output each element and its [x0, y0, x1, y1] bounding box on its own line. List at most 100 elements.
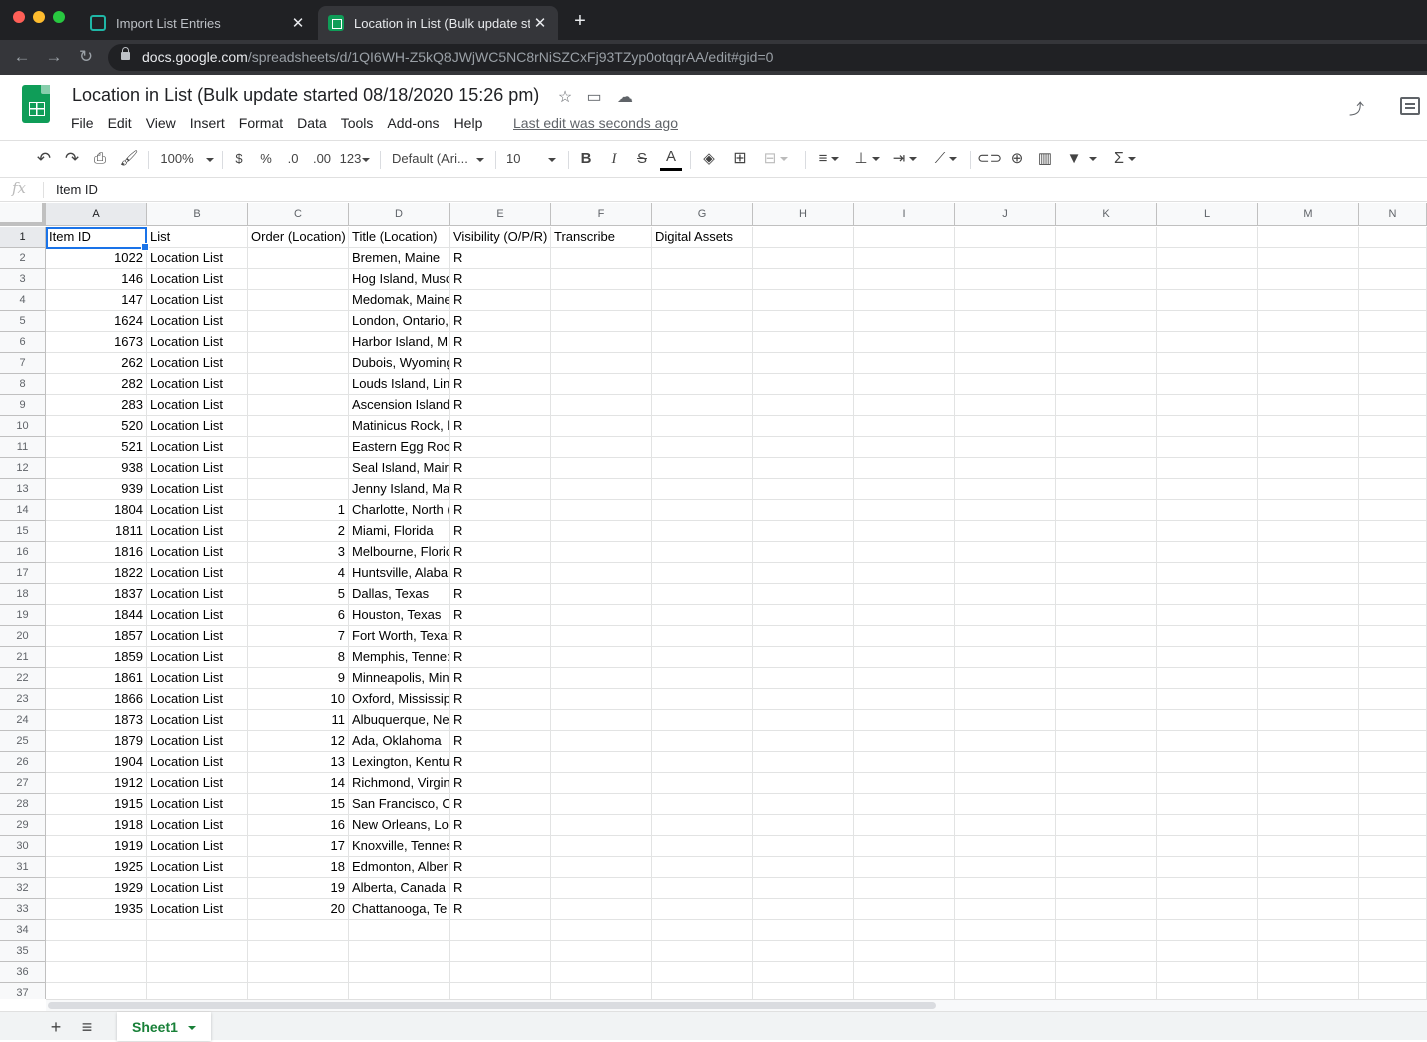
row-header[interactable]: 4: [0, 290, 46, 311]
cell[interactable]: [854, 353, 955, 374]
row-header[interactable]: 28: [0, 794, 46, 815]
column-header-k[interactable]: K: [1056, 203, 1157, 226]
cell[interactable]: [1258, 878, 1359, 899]
cell[interactable]: [854, 416, 955, 437]
back-icon[interactable]: ←: [10, 46, 34, 68]
cell[interactable]: [1258, 815, 1359, 836]
cell[interactable]: [955, 773, 1056, 794]
cell[interactable]: [1056, 563, 1157, 584]
cell[interactable]: R: [450, 710, 551, 731]
cell[interactable]: [1359, 899, 1427, 920]
cell[interactable]: [1157, 836, 1258, 857]
cell[interactable]: [753, 248, 854, 269]
cell[interactable]: [1359, 584, 1427, 605]
menu-view[interactable]: View: [139, 113, 183, 135]
cell[interactable]: [955, 710, 1056, 731]
cell[interactable]: [652, 332, 753, 353]
cell[interactable]: 1861: [46, 668, 147, 689]
cell[interactable]: [450, 983, 551, 999]
cell[interactable]: [551, 983, 652, 999]
cell[interactable]: Location List: [147, 290, 248, 311]
cell[interactable]: R: [450, 584, 551, 605]
column-header-b[interactable]: B: [147, 203, 248, 226]
cell[interactable]: [1258, 899, 1359, 920]
cell[interactable]: [652, 479, 753, 500]
cell[interactable]: [854, 752, 955, 773]
font-family-select[interactable]: Default (Ari...: [392, 147, 486, 171]
cell[interactable]: R: [450, 437, 551, 458]
row-header[interactable]: 26: [0, 752, 46, 773]
cell[interactable]: 1879: [46, 731, 147, 752]
row-header[interactable]: 15: [0, 521, 46, 542]
cell[interactable]: [1056, 626, 1157, 647]
cell[interactable]: [248, 983, 349, 999]
column-header-m[interactable]: M: [1258, 203, 1359, 226]
row-header[interactable]: 12: [0, 458, 46, 479]
cell[interactable]: [1157, 668, 1258, 689]
cell[interactable]: [1359, 458, 1427, 479]
cell[interactable]: [1359, 290, 1427, 311]
cell[interactable]: [551, 542, 652, 563]
cell[interactable]: Matinicus Rock, l: [349, 416, 450, 437]
move-folder-icon[interactable]: ▭: [584, 88, 604, 108]
cell[interactable]: [854, 962, 955, 983]
menu-addons[interactable]: Add-ons: [380, 113, 446, 135]
cell[interactable]: R: [450, 542, 551, 563]
cell[interactable]: [1258, 374, 1359, 395]
cell[interactable]: [854, 563, 955, 584]
print-icon[interactable]: ⎙: [89, 147, 111, 171]
cell[interactable]: 18: [248, 857, 349, 878]
cell[interactable]: [1157, 269, 1258, 290]
column-header-i[interactable]: I: [854, 203, 955, 226]
cell[interactable]: Location List: [147, 773, 248, 794]
header-cell[interactable]: Title (Location): [349, 227, 450, 248]
cell[interactable]: [1258, 920, 1359, 941]
cell[interactable]: [551, 899, 652, 920]
cell[interactable]: [753, 899, 854, 920]
cell[interactable]: 938: [46, 458, 147, 479]
cell[interactable]: [854, 584, 955, 605]
cell[interactable]: [652, 857, 753, 878]
comments-icon[interactable]: [1400, 97, 1420, 115]
menu-file[interactable]: File: [64, 113, 101, 135]
row-header[interactable]: 19: [0, 605, 46, 626]
cell[interactable]: [1258, 269, 1359, 290]
cell[interactable]: [854, 983, 955, 999]
cell[interactable]: [854, 773, 955, 794]
cell[interactable]: [1157, 752, 1258, 773]
cell[interactable]: [1359, 920, 1427, 941]
cell[interactable]: [1359, 794, 1427, 815]
cell[interactable]: [1258, 668, 1359, 689]
cell[interactable]: [248, 332, 349, 353]
cell[interactable]: [1056, 668, 1157, 689]
cell[interactable]: [652, 752, 753, 773]
cell[interactable]: Location List: [147, 689, 248, 710]
cell[interactable]: 2: [248, 521, 349, 542]
row-header[interactable]: 10: [0, 416, 46, 437]
star-icon[interactable]: ☆: [555, 88, 575, 108]
cell[interactable]: R: [450, 836, 551, 857]
cell[interactable]: [854, 626, 955, 647]
cell[interactable]: [753, 584, 854, 605]
cell[interactable]: [955, 983, 1056, 999]
cell[interactable]: [1359, 731, 1427, 752]
cell[interactable]: 939: [46, 479, 147, 500]
cell[interactable]: [854, 731, 955, 752]
decrease-decimal-button[interactable]: .0: [283, 147, 303, 171]
row-header[interactable]: 21: [0, 647, 46, 668]
cell[interactable]: [1359, 332, 1427, 353]
cell[interactable]: [551, 395, 652, 416]
row-header[interactable]: 3: [0, 269, 46, 290]
row-header[interactable]: 14: [0, 500, 46, 521]
cell[interactable]: [1056, 899, 1157, 920]
cell[interactable]: [955, 479, 1056, 500]
cell[interactable]: [753, 731, 854, 752]
cell[interactable]: 147: [46, 290, 147, 311]
cell[interactable]: [551, 248, 652, 269]
cell[interactable]: [551, 962, 652, 983]
cell[interactable]: [955, 521, 1056, 542]
cell[interactable]: [1359, 689, 1427, 710]
cell[interactable]: Location List: [147, 815, 248, 836]
cell[interactable]: [854, 395, 955, 416]
forward-icon[interactable]: →: [42, 46, 66, 68]
